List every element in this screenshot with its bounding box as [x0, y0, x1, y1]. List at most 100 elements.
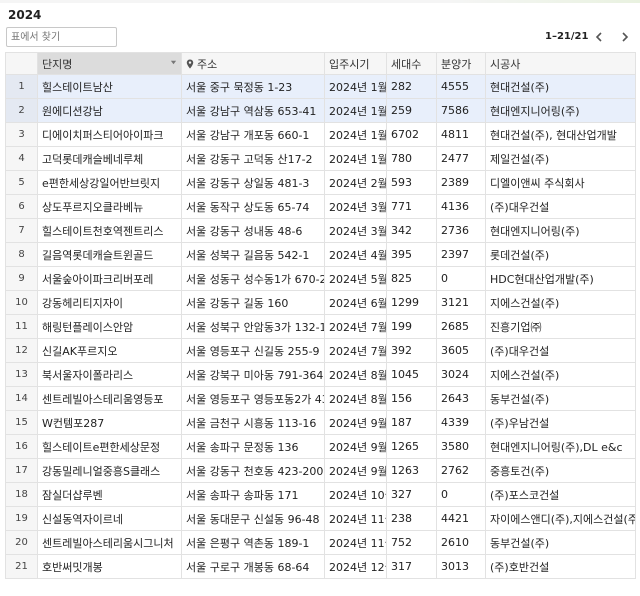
table-row[interactable]: 3 디에이치퍼스티어아이파크 서울 강남구 개포동 660-1 2024년 1월 670… — [5, 122, 636, 147]
cell-name[interactable]: 강동밀레니얼중흥S클래스 — [37, 458, 182, 483]
row-number[interactable]: 6 — [5, 194, 38, 219]
cell-price[interactable]: 2736 — [436, 218, 486, 243]
cell-name[interactable]: 힐스테이트남산 — [37, 74, 182, 99]
cell-address[interactable]: 서울 강동구 상일동 481-3 — [181, 170, 325, 195]
row-number[interactable]: 17 — [5, 458, 38, 483]
cell-units[interactable]: 1299 — [386, 290, 437, 315]
cell-name[interactable]: e편한세상강일어반브릿지 — [37, 170, 182, 195]
cell-price[interactable]: 2610 — [436, 530, 486, 555]
cell-price[interactable]: 2685 — [436, 314, 486, 339]
cell-name[interactable]: 잠실더샵루벤 — [37, 482, 182, 507]
cell-move-in[interactable]: 2024년 3월 — [324, 218, 387, 243]
cell-units[interactable]: 187 — [386, 410, 437, 435]
cell-name[interactable]: W컨템포287 — [37, 410, 182, 435]
cell-name[interactable]: 북서울자이폴라리스 — [37, 362, 182, 387]
cell-address[interactable]: 서울 동작구 상도동 65-74 — [181, 194, 325, 219]
cell-units[interactable]: 259 — [386, 98, 437, 123]
cell-name[interactable]: 힐스테이트천호역젠트리스 — [37, 218, 182, 243]
table-row[interactable]: 20센트레빌아스테리움시그니처서울 은평구 역촌동 189-12024년 11월… — [5, 530, 636, 555]
cell-name[interactable]: 센트레빌아스테리움시그니처 — [37, 530, 182, 555]
cell-move-in[interactable]: 2024년 8월 — [324, 362, 387, 387]
table-row[interactable]: 17 강동밀레니얼중흥S클래스 서울 강동구 천호동 423-200 2024년 9월… — [5, 458, 636, 483]
table-row[interactable]: 1 힐스테이트남산 서울 중구 묵정동 1-23 2024년 1월 282 4555 현대건… — [5, 74, 636, 99]
table-row[interactable]: 12 신길AK푸르지오 서울 영등포구 신길동 255-9 2024년 7월 392 36… — [5, 338, 636, 363]
next-page-button[interactable] — [616, 28, 634, 46]
cell-address[interactable]: 서울 강남구 역삼동 653-41 — [181, 98, 325, 123]
previous-page-button[interactable] — [590, 28, 608, 46]
cell-units[interactable]: 282 — [386, 74, 437, 99]
cell-address[interactable]: 서울 송파구 문정동 136 — [181, 434, 325, 459]
cell-move-in[interactable]: 2024년 11월 — [324, 530, 387, 555]
cell-move-in[interactable]: 2024년 7월 — [324, 338, 387, 363]
row-number[interactable]: 4 — [5, 146, 38, 171]
cell-address[interactable]: 서울 강남구 개포동 660-1 — [181, 122, 325, 147]
cell-name[interactable]: 센트레빌아스테리움영등포 — [37, 386, 182, 411]
table-row[interactable]: 9 서울숲아이파크리버포레 서울 성동구 성수동1가 670-27 2024년 5월 8… — [5, 266, 636, 291]
cell-builder[interactable]: 지에스건설(주) — [485, 362, 636, 387]
column-header-name[interactable]: 단지명 — [37, 52, 182, 75]
cell-address[interactable]: 서울 영등포구 영등포동2가 439 — [181, 386, 325, 411]
cell-move-in[interactable]: 2024년 6월 — [324, 290, 387, 315]
cell-price[interactable]: 4136 — [436, 194, 486, 219]
cell-name[interactable]: 고덕롯데캐슬베네루체 — [37, 146, 182, 171]
cell-price[interactable]: 3013 — [436, 554, 486, 579]
row-number[interactable]: 10 — [5, 290, 38, 315]
cell-address[interactable]: 서울 강동구 천호동 423-200 — [181, 458, 325, 483]
row-number[interactable]: 19 — [5, 506, 38, 531]
cell-builder[interactable]: 디엘이앤씨 주식회사 — [485, 170, 636, 195]
cell-price[interactable]: 2397 — [436, 242, 486, 267]
column-header-move-in[interactable]: 입주시기 — [324, 52, 387, 75]
cell-builder[interactable]: HDC현대산업개발(주) — [485, 266, 636, 291]
column-header-address[interactable]: 주소 — [181, 52, 325, 75]
cell-units[interactable]: 1263 — [386, 458, 437, 483]
row-number[interactable]: 21 — [5, 554, 38, 579]
cell-price[interactable]: 0 — [436, 266, 486, 291]
row-number[interactable]: 14 — [5, 386, 38, 411]
table-row[interactable]: 7 힐스테이트천호역젠트리스 서울 강동구 성내동 48-6 2024년 3월 342 2… — [5, 218, 636, 243]
cell-builder[interactable]: (주)호반건설 — [485, 554, 636, 579]
cell-builder[interactable]: (주)우남건설 — [485, 410, 636, 435]
row-number[interactable]: 13 — [5, 362, 38, 387]
cell-units[interactable]: 317 — [386, 554, 437, 579]
cell-move-in[interactable]: 2024년 9월 — [324, 410, 387, 435]
cell-price[interactable]: 2477 — [436, 146, 486, 171]
row-number[interactable]: 12 — [5, 338, 38, 363]
cell-price[interactable]: 2389 — [436, 170, 486, 195]
cell-address[interactable]: 서울 강동구 길동 160 — [181, 290, 325, 315]
cell-name[interactable]: 상도푸르지오클라베뉴 — [37, 194, 182, 219]
cell-builder[interactable]: 자이에스앤디(주),지에스건설(주) — [485, 506, 636, 531]
cell-price[interactable]: 3605 — [436, 338, 486, 363]
cell-price[interactable]: 4339 — [436, 410, 486, 435]
column-header-units[interactable]: 세대수 — [386, 52, 437, 75]
table-row[interactable]: 15 W컨템포287 서울 금천구 시흥동 113-16 2024년 9월 187 433… — [5, 410, 636, 435]
row-number[interactable]: 15 — [5, 410, 38, 435]
cell-move-in[interactable]: 2024년 1월 — [324, 122, 387, 147]
cell-move-in[interactable]: 2024년 9월 — [324, 458, 387, 483]
cell-address[interactable]: 서울 동대문구 신설동 96-48 — [181, 506, 325, 531]
dropdown-arrow-icon[interactable] — [170, 59, 177, 66]
row-number[interactable]: 18 — [5, 482, 38, 507]
cell-builder[interactable]: 현대건설(주) — [485, 74, 636, 99]
cell-address[interactable]: 서울 은평구 역촌동 189-1 — [181, 530, 325, 555]
row-number[interactable]: 16 — [5, 434, 38, 459]
column-header-builder[interactable]: 시공사 — [485, 52, 636, 75]
cell-builder[interactable]: 현대건설(주), 현대산업개발 — [485, 122, 636, 147]
table-search-input[interactable] — [6, 27, 117, 47]
table-row[interactable]: 14 센트레빌아스테리움영등포 서울 영등포구 영등포동2가 439 2024년 8월… — [5, 386, 636, 411]
row-number[interactable]: 9 — [5, 266, 38, 291]
table-row[interactable]: 11 해링턴플레이스안암 서울 성북구 안암동3가 132-17 2024년 7월 19… — [5, 314, 636, 339]
column-header-price[interactable]: 분양가 — [436, 52, 486, 75]
cell-units[interactable]: 780 — [386, 146, 437, 171]
cell-builder[interactable]: 제일건설(주) — [485, 146, 636, 171]
cell-move-in[interactable]: 2024년 11월 — [324, 506, 387, 531]
cell-address[interactable]: 서울 강북구 미아동 791-364 — [181, 362, 325, 387]
cell-move-in[interactable]: 2024년 1월 — [324, 74, 387, 99]
table-row[interactable]: 16 힐스테이트e편한세상문정 서울 송파구 문정동 136 2024년 9월 1265… — [5, 434, 636, 459]
cell-units[interactable]: 156 — [386, 386, 437, 411]
cell-address[interactable]: 서울 송파구 송파동 171 — [181, 482, 325, 507]
cell-price[interactable]: 4555 — [436, 74, 486, 99]
cell-name[interactable]: 길음역롯데캐슬트윈골드 — [37, 242, 182, 267]
cell-address[interactable]: 서울 성동구 성수동1가 670-27 — [181, 266, 325, 291]
row-number[interactable]: 8 — [5, 242, 38, 267]
row-number[interactable]: 7 — [5, 218, 38, 243]
